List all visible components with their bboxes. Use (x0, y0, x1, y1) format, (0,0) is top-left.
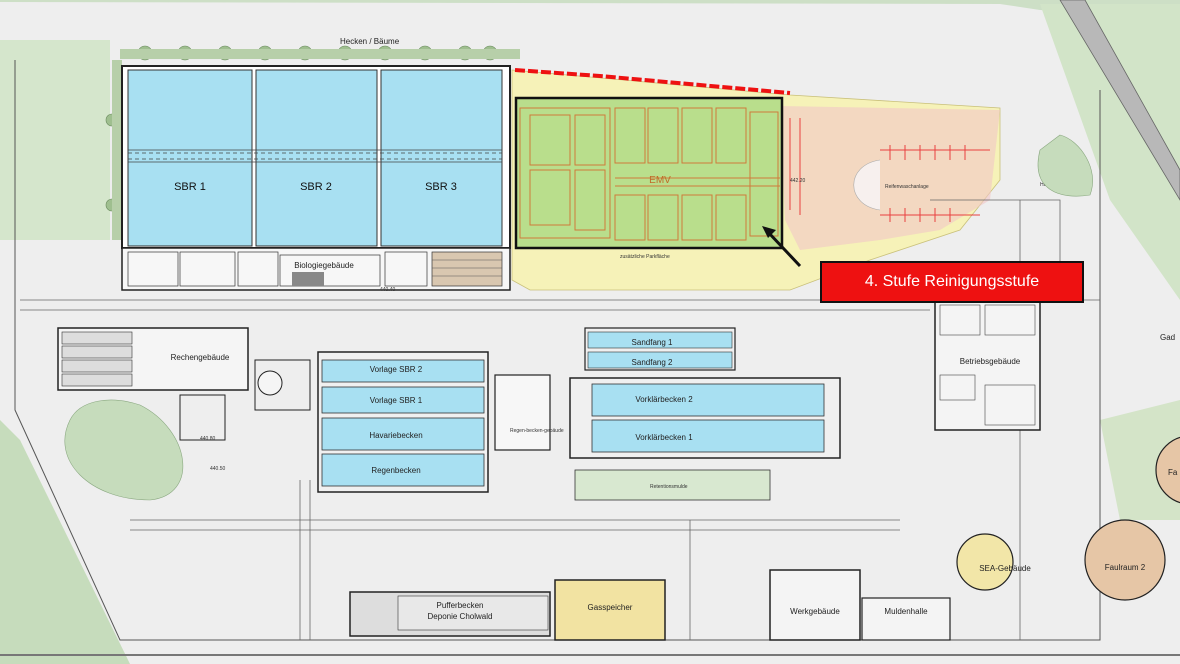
retention-label: Retentionsmulde (650, 484, 688, 490)
emv-label: EMV (649, 175, 671, 186)
callout-text: 4. Stufe Reinigungsstufe (864, 273, 1040, 290)
sbr3-basin (380, 69, 503, 247)
hedge-strip-left (112, 60, 122, 240)
sandfang2-label: Sandfang 2 (632, 358, 673, 367)
vorlage-sbr1-label: Vorlage SBR 1 (370, 396, 423, 405)
sbr2-label: SBR 2 (300, 181, 332, 193)
sbr1-label: SBR 1 (174, 181, 206, 193)
puffer-label-2: Deponie Cholwald (428, 612, 493, 621)
puffer-label-1: Pufferbecken (437, 601, 484, 610)
faul1-label: Fa (1168, 468, 1178, 477)
sea-tank (956, 533, 1014, 591)
sbr1-basin (127, 69, 253, 247)
faul2-label: Faulraum 2 (1105, 563, 1146, 572)
level-44080: 440.80 (200, 436, 216, 442)
sbr2-basin (255, 69, 378, 247)
level-44220: 442.20 (790, 178, 806, 184)
vorklaer1-label: Vorklärbecken 1 (635, 433, 693, 442)
vorklaer2-basin (591, 383, 825, 417)
sandfang1-label: Sandfang 1 (632, 338, 673, 347)
sbr3-label: SBR 3 (425, 181, 457, 193)
grass-left (0, 40, 110, 240)
plan-drawing: Hecken / Bäume SBR 1 SBR 2 SBR 3 Biologi… (0, 0, 1180, 664)
level-44040-top: 440.40 (380, 287, 396, 293)
werk-building (769, 569, 861, 641)
gad-label: Gad (1160, 333, 1175, 342)
callout-box: 4. Stufe Reinigungsstufe (820, 261, 1084, 303)
hedge-strip (120, 49, 520, 59)
regen-label: Regenbecken (371, 466, 420, 475)
reifenwasch-label: Reifenwaschanlage (885, 184, 929, 190)
vorlage-sbr2-label: Vorlage SBR 2 (370, 365, 423, 374)
rechen-label: Rechengebäude (171, 353, 230, 362)
gas-label: Gasspeicher (588, 603, 633, 612)
hecken-label: Hecken / Bäume (340, 37, 400, 46)
biologie-stair (431, 251, 503, 287)
havarie-label: Havariebecken (369, 431, 422, 440)
biologie-label: Biologiegebäude (294, 261, 354, 270)
biologie-hatch (292, 272, 324, 286)
betrieb-label: Betriebsgebäude (960, 357, 1021, 366)
site-plan: Hecken / Bäume SBR 1 SBR 2 SBR 3 Biologi… (0, 0, 1180, 664)
vorklaer1-basin (591, 419, 825, 453)
parkflaeche-label: zusätzliche Parkfläche (620, 254, 670, 260)
werk-label: Werkgebäude (790, 607, 840, 616)
regen-building-label: Regen-becken-gebäude (510, 428, 564, 434)
mulden-label: Muldenhalle (884, 607, 928, 616)
regen-building (494, 374, 551, 451)
level-44050: 440.50 (210, 466, 226, 472)
sea-label: SEA-Gebäude (979, 564, 1031, 573)
vorklaer2-label: Vorklärbecken 2 (635, 395, 693, 404)
faulraum2-tank (1084, 519, 1166, 601)
mulden-building (861, 597, 951, 641)
